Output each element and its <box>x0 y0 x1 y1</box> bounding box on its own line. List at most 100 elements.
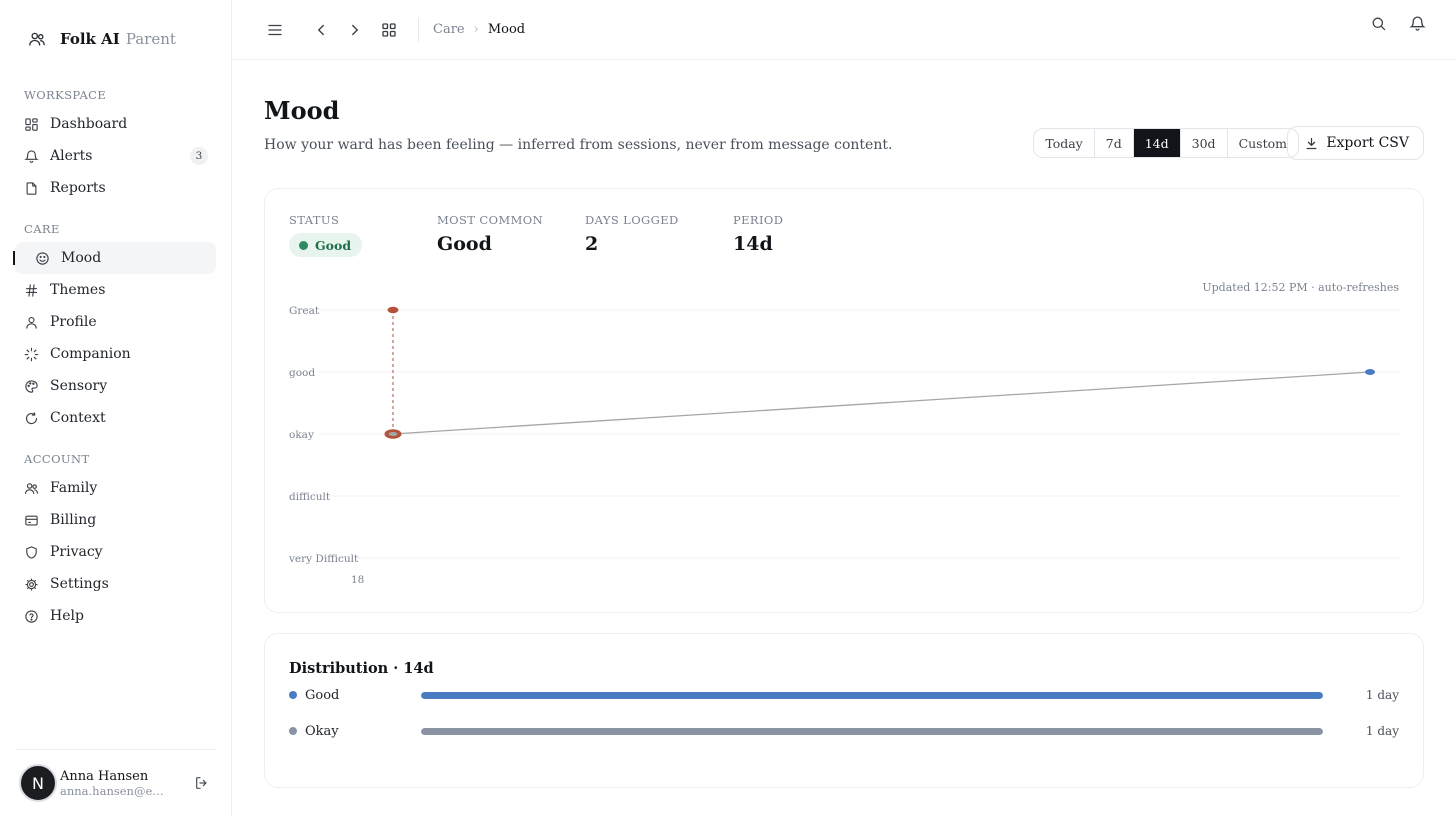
search-icon[interactable] <box>1370 15 1387 32</box>
range-7d[interactable]: 7d <box>1095 129 1134 157</box>
distribution-label: Good <box>305 687 340 703</box>
sidebar-item-label: Themes <box>50 282 106 298</box>
page-title: Mood <box>264 96 340 125</box>
distribution-row: Okay 1 day <box>289 713 1399 749</box>
mood-card: STATUS Good MOST COMMON Good DAYS LOGGED… <box>264 188 1424 613</box>
breadcrumb-care[interactable]: Care <box>433 22 465 37</box>
topbar-actions <box>1370 15 1426 32</box>
distribution-label: Okay <box>305 723 339 739</box>
user-email: anna.hansen@email.com <box>60 783 170 798</box>
stat-period: PERIOD 14d <box>733 213 881 257</box>
y-axis-label: good <box>289 367 315 379</box>
stat-value: 14d <box>733 233 773 255</box>
credit-card-icon <box>25 515 38 525</box>
sidebar-item-sensory[interactable]: Sensory <box>15 370 216 402</box>
refresh-icon <box>25 411 38 424</box>
loader-icon <box>24 347 39 361</box>
apps-button[interactable] <box>372 15 406 45</box>
distribution-dot <box>289 727 297 735</box>
distribution-count: 1 day <box>1365 688 1399 702</box>
status-value: Good <box>315 237 352 253</box>
nav-care: Mood Themes Profile Companion Sensory Co… <box>0 242 231 434</box>
brand[interactable]: Folk AI Parent <box>0 0 231 78</box>
nav-workspace: Dashboard Alerts 3 Reports <box>0 108 231 204</box>
sidebar-item-mood[interactable]: Mood <box>13 242 216 274</box>
breadcrumb: Care › Mood <box>433 22 525 37</box>
help-circle-icon <box>25 609 38 623</box>
range-14d[interactable]: 14d <box>1133 129 1181 157</box>
menu-button[interactable] <box>258 15 292 45</box>
content: Mood How your ward has been feeling — in… <box>232 60 1456 788</box>
sidebar-item-billing[interactable]: Billing <box>15 504 216 536</box>
stat-status: STATUS Good <box>289 213 437 257</box>
sidebar-item-themes[interactable]: Themes <box>15 274 216 306</box>
stats-row: STATUS Good MOST COMMON Good DAYS LOGGED… <box>289 213 1399 257</box>
breadcrumb-separator: › <box>473 22 479 37</box>
data-point-okay-inner <box>388 432 398 436</box>
shield-icon <box>26 545 37 559</box>
stat-value: Good <box>437 233 492 255</box>
sidebar-item-label: Settings <box>50 576 109 592</box>
stat-most-common: MOST COMMON Good <box>437 213 585 257</box>
data-point-great <box>387 306 399 314</box>
section-label-care: CARE <box>24 222 60 236</box>
gear-icon <box>25 578 38 590</box>
data-point-good <box>1365 369 1375 375</box>
y-axis-label: okay <box>289 429 314 441</box>
sidebar-item-companion[interactable]: Companion <box>15 338 216 370</box>
series-line <box>392 371 1371 435</box>
file-icon <box>26 181 37 195</box>
smile-icon <box>36 251 49 265</box>
range-today[interactable]: Today <box>1034 129 1095 157</box>
sidebar-item-privacy[interactable]: Privacy <box>15 536 216 568</box>
sidebar-item-label: Help <box>50 608 84 624</box>
bell-icon[interactable] <box>1409 15 1426 32</box>
stat-days-logged: DAYS LOGGED 2 <box>585 213 733 257</box>
y-axis-label: difficult <box>289 491 331 503</box>
export-csv-button[interactable]: Export CSV <box>1287 126 1424 160</box>
users-icon <box>29 32 45 46</box>
logout-icon[interactable] <box>194 775 210 791</box>
forward-button[interactable] <box>338 15 372 45</box>
stat-label: STATUS <box>289 213 340 227</box>
sidebar-item-label: Dashboard <box>50 116 128 132</box>
status-dot <box>299 240 308 250</box>
stat-label: PERIOD <box>733 213 784 227</box>
sidebar-item-family[interactable]: Family <box>15 472 216 504</box>
sidebar-item-dashboard[interactable]: Dashboard <box>15 108 216 140</box>
sidebar-item-context[interactable]: Context <box>15 402 216 434</box>
sidebar-item-settings[interactable]: Settings <box>15 568 216 600</box>
distribution-count: 1 day <box>1365 724 1399 738</box>
app-root: Folk AI Parent WORKSPACE Dashboard Alert… <box>0 0 1456 816</box>
distribution-track <box>421 691 1323 699</box>
sidebar-item-help[interactable]: Help <box>15 600 216 632</box>
updated-timestamp: Updated 12:52 PM · auto-refreshes <box>1202 281 1399 294</box>
toolbar-divider <box>418 17 419 42</box>
sidebar-item-label: Context <box>50 410 106 426</box>
page-header: Mood How your ward has been feeling — in… <box>264 96 1424 188</box>
stat-label: MOST COMMON <box>437 213 544 227</box>
sidebar-item-alerts[interactable]: Alerts 3 <box>15 140 216 172</box>
chevron-right-icon <box>352 24 359 35</box>
brand-name: Folk AI <box>60 30 120 48</box>
section-label-account: ACCOUNT <box>24 452 90 466</box>
sidebar-item-label: Sensory <box>50 378 108 394</box>
grid-icon <box>382 22 396 37</box>
status-badge: Good <box>289 233 363 257</box>
back-button[interactable] <box>304 15 338 45</box>
dashboard-icon <box>25 117 38 131</box>
download-icon <box>1306 137 1317 149</box>
hamburger-icon <box>268 24 282 35</box>
y-axis-label: Great <box>289 305 320 317</box>
sidebar-item-profile[interactable]: Profile <box>15 306 216 338</box>
sidebar-item-label: Alerts <box>50 148 93 164</box>
mood-chart: Great good okay difficult very Difficult 18 <box>289 305 1399 586</box>
sidebar-item-label: Billing <box>50 512 97 528</box>
main-area: Care › Mood Mood How your ward has been … <box>232 0 1456 816</box>
distribution-bar <box>421 727 1323 735</box>
breadcrumb-mood: Mood <box>487 22 526 37</box>
distribution-bar <box>421 691 1323 699</box>
sidebar-item-reports[interactable]: Reports <box>15 172 216 204</box>
range-30d[interactable]: 30d <box>1181 129 1228 157</box>
avatar[interactable]: N <box>19 764 57 802</box>
